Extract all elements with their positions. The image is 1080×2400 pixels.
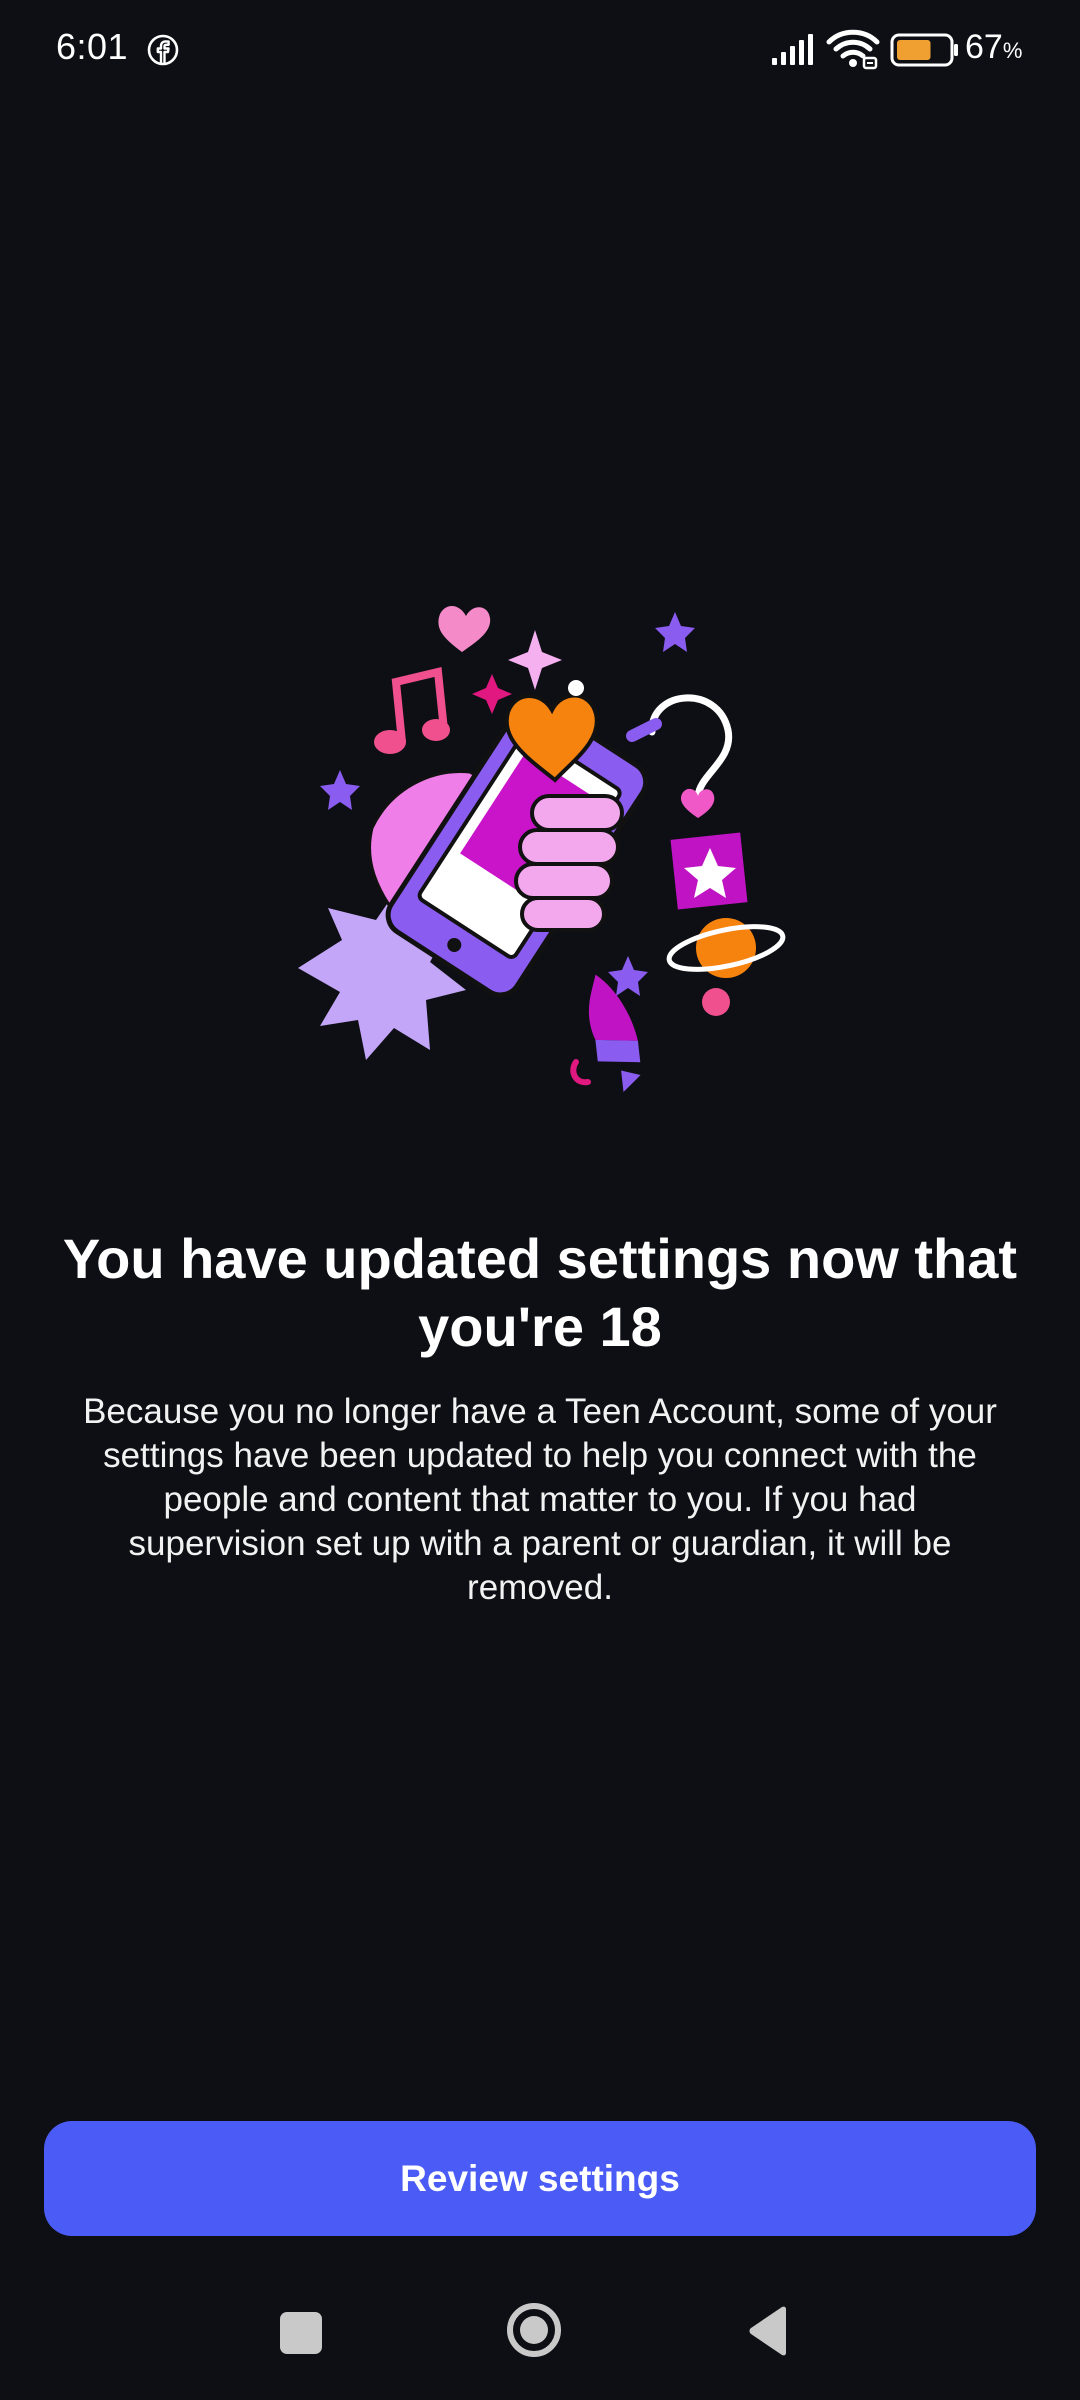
teen-phone-celebration-illustration: [298, 605, 786, 1093]
wifi-icon: [826, 29, 880, 70]
battery-percent: 67%: [965, 28, 1023, 66]
signal-bars-icon: [772, 34, 813, 65]
status-bar: 6:01 67%: [0, 0, 1080, 100]
circle-home-icon[interactable]: [506, 2302, 562, 2358]
system-nav-bar: [0, 2270, 1080, 2400]
triangle-back-icon[interactable]: [746, 2305, 790, 2357]
status-time: 6:01: [56, 26, 129, 67]
page-title: You have updated settings now that you'r…: [62, 1227, 1018, 1358]
battery-icon: [890, 33, 958, 67]
review-settings-button[interactable]: Review settings: [44, 2121, 1036, 2236]
square-recents-icon[interactable]: [280, 2312, 322, 2354]
page-description: Because you no longer have a Teen Accoun…: [83, 1392, 997, 1607]
facebook-icon: [147, 34, 179, 66]
